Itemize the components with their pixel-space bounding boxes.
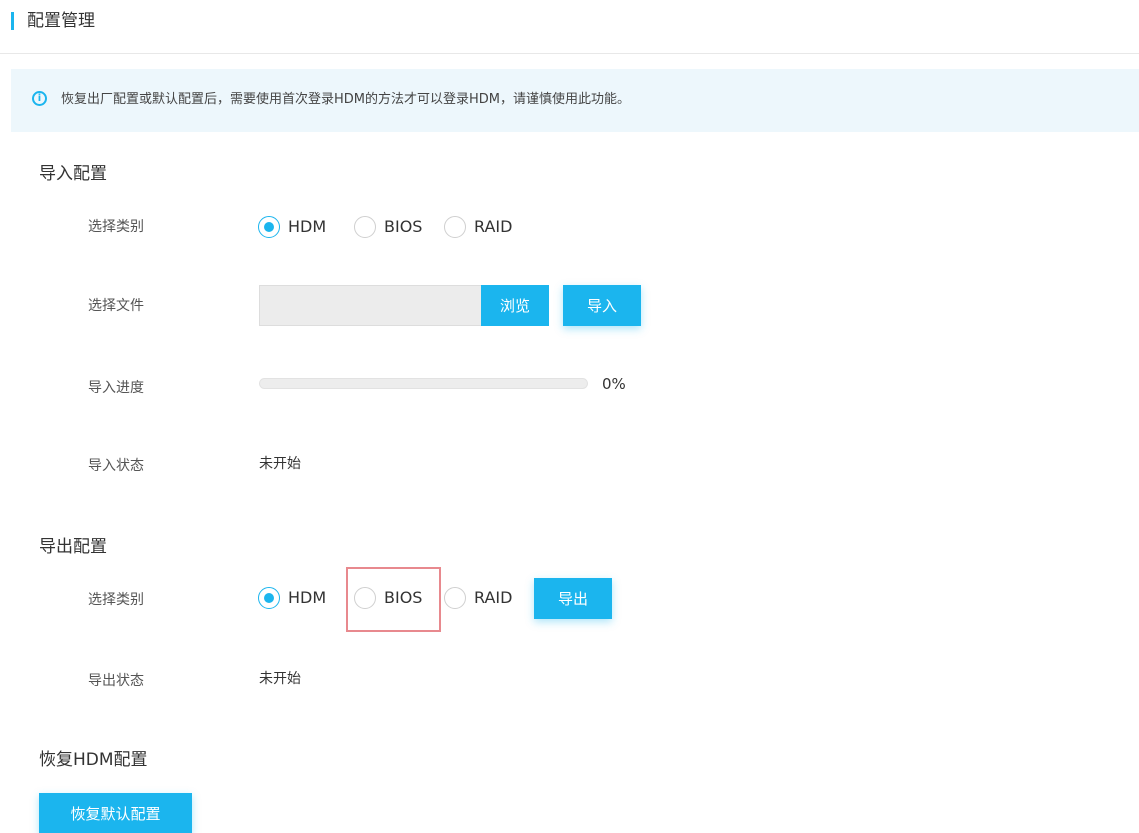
info-icon: i <box>32 91 47 106</box>
radio-checked-icon[interactable] <box>258 216 280 238</box>
import-radio-hdm-label: HDM <box>288 217 327 236</box>
restore-section-title: 恢复HDM配置 <box>39 750 148 770</box>
import-progress-percent: 0% <box>602 375 626 393</box>
import-status-value: 未开始 <box>259 456 301 472</box>
restore-default-button[interactable]: 恢复默认配置 <box>39 793 192 833</box>
import-section-title: 导入配置 <box>39 164 107 184</box>
import-file-label: 选择文件 <box>88 298 144 314</box>
import-status-label: 导入状态 <box>88 458 144 474</box>
page-title: 配置管理 <box>27 11 95 31</box>
import-button[interactable]: 导入 <box>563 285 641 326</box>
export-status-label: 导出状态 <box>88 673 144 689</box>
radio-unchecked-icon[interactable] <box>354 216 376 238</box>
radio-unchecked-icon[interactable] <box>444 587 466 609</box>
title-accent-bar <box>11 12 14 30</box>
export-section-title: 导出配置 <box>39 537 107 557</box>
import-radio-bios-label: BIOS <box>384 217 423 236</box>
import-progress-bar <box>259 378 588 389</box>
export-radio-hdm-label: HDM <box>288 588 327 607</box>
page-header: 配置管理 <box>0 0 1139 54</box>
radio-unchecked-icon[interactable] <box>444 216 466 238</box>
import-file-path-input[interactable] <box>259 285 481 326</box>
import-radio-raid-label: RAID <box>474 217 513 236</box>
import-progress-label: 导入进度 <box>88 380 144 396</box>
export-category-label: 选择类别 <box>88 592 144 608</box>
import-category-label: 选择类别 <box>88 219 144 235</box>
notice-text: 恢复出厂配置或默认配置后，需要使用首次登录HDM的方法才可以登录HDM，请谨慎使… <box>61 92 631 107</box>
notice-banner: i 恢复出厂配置或默认配置后，需要使用首次登录HDM的方法才可以登录HDM，请谨… <box>11 69 1139 132</box>
radio-checked-icon[interactable] <box>258 587 280 609</box>
annotation-highlight-box <box>346 567 441 632</box>
browse-button[interactable]: 浏览 <box>481 285 549 326</box>
export-button[interactable]: 导出 <box>534 578 612 619</box>
export-radio-raid-label: RAID <box>474 588 513 607</box>
export-status-value: 未开始 <box>259 671 301 687</box>
